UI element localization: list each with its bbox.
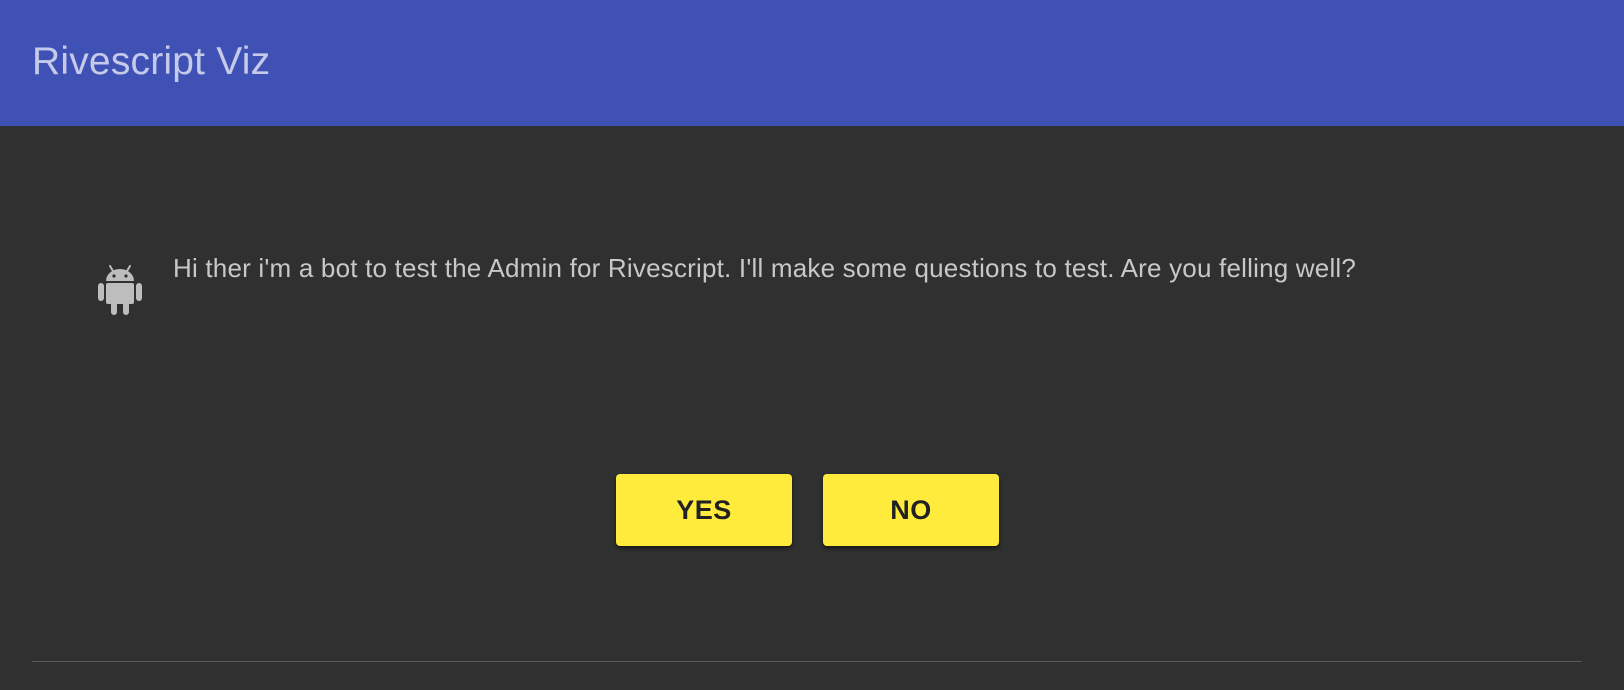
android-icon [98, 265, 142, 315]
app-title: Rivescript Viz [32, 40, 271, 83]
bot-message: Hi ther i'm a bot to test the Admin for … [173, 253, 1357, 283]
chat-area: Hi ther i'm a bot to test the Admin for … [0, 126, 1624, 690]
answer-buttons: YES NO [616, 474, 999, 546]
yes-button[interactable]: YES [616, 474, 792, 546]
app-root: Rivescript Viz Hi ther i'm a bot to test… [0, 0, 1624, 690]
app-toolbar: Rivescript Viz [0, 0, 1624, 126]
no-button[interactable]: NO [823, 474, 999, 546]
divider [32, 661, 1582, 662]
